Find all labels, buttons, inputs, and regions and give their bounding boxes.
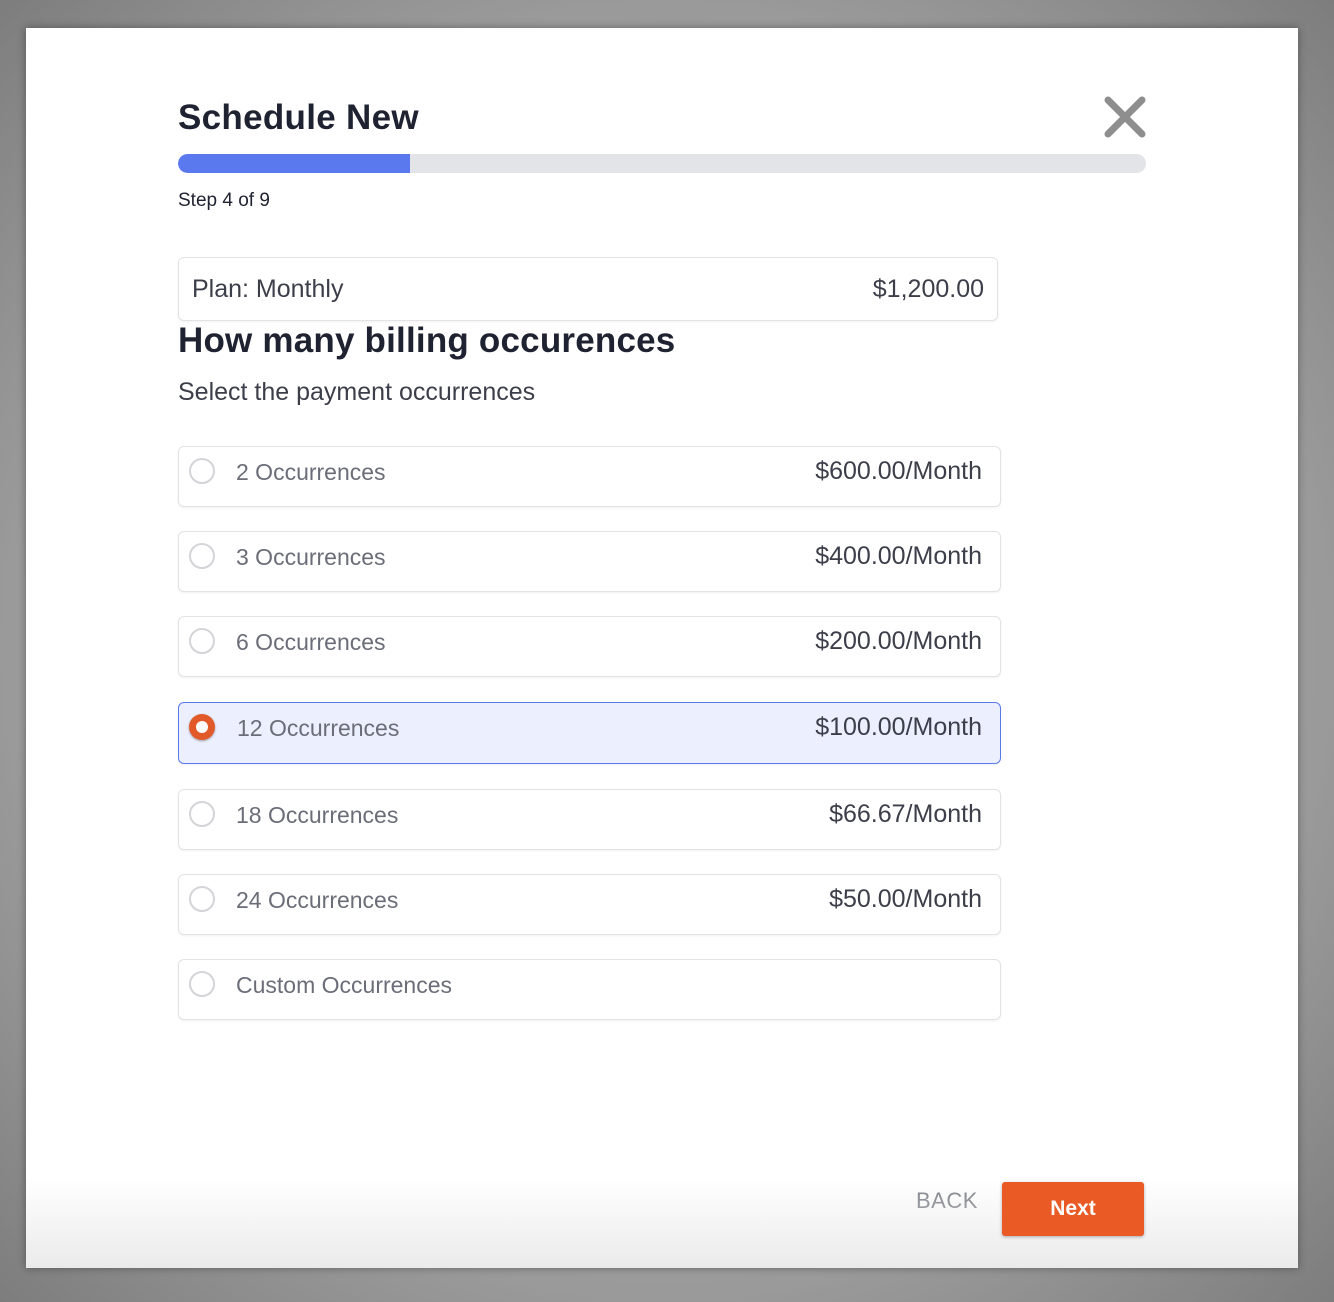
option-label: 24 Occurrences — [236, 887, 399, 913]
option-price: $66.67/Month — [829, 800, 982, 828]
modal-title: Schedule New — [178, 98, 419, 137]
plan-label: Plan: Monthly — [192, 274, 344, 303]
option-price: $200.00/Month — [815, 627, 982, 655]
option-label: 6 Occurrences — [236, 629, 386, 655]
close-icon[interactable] — [1102, 94, 1148, 140]
progress-bar-fill — [178, 154, 411, 173]
option-18-occurrences[interactable]: 18 Occurrences $66.67/Month — [178, 789, 1001, 850]
radio-button-selected[interactable] — [189, 714, 215, 740]
option-custom-occurrences[interactable]: Custom Occurrences — [178, 959, 1001, 1020]
option-label: Custom Occurrences — [236, 972, 453, 998]
option-price: $400.00/Month — [815, 542, 982, 570]
plan-summary: Plan: Monthly $1,200.00 — [178, 257, 998, 321]
schedule-modal: Schedule New Step 4 of 9 Plan: Monthly $… — [26, 28, 1298, 1268]
option-6-occurrences[interactable]: 6 Occurrences $200.00/Month — [178, 616, 1001, 677]
radio-button[interactable] — [189, 886, 215, 912]
option-price: $600.00/Month — [815, 457, 982, 485]
next-button[interactable]: Next — [1002, 1182, 1144, 1236]
question-heading: How many billing occurences — [178, 321, 676, 360]
option-label: 12 Occurrences — [237, 715, 400, 741]
question-subtext: Select the payment occurrences — [178, 378, 536, 406]
option-2-occurrences[interactable]: 2 Occurrences $600.00/Month — [178, 446, 1001, 507]
progress-bar — [178, 154, 1146, 173]
option-label: 18 Occurrences — [236, 802, 399, 828]
plan-amount: $1,200.00 — [872, 274, 984, 303]
back-button[interactable]: BACK — [916, 1188, 978, 1214]
radio-button[interactable] — [189, 458, 215, 484]
option-label: 2 Occurrences — [236, 459, 386, 485]
option-label: 3 Occurrences — [236, 544, 386, 570]
radio-button[interactable] — [189, 971, 215, 997]
radio-button[interactable] — [189, 543, 215, 569]
option-price: $50.00/Month — [829, 885, 982, 913]
option-24-occurrences[interactable]: 24 Occurrences $50.00/Month — [178, 874, 1001, 935]
step-indicator: Step 4 of 9 — [178, 190, 270, 211]
radio-button[interactable] — [189, 801, 215, 827]
radio-button[interactable] — [189, 628, 215, 654]
option-price: $100.00/Month — [815, 713, 982, 741]
option-12-occurrences[interactable]: 12 Occurrences $100.00/Month — [178, 702, 1001, 764]
option-3-occurrences[interactable]: 3 Occurrences $400.00/Month — [178, 531, 1001, 592]
